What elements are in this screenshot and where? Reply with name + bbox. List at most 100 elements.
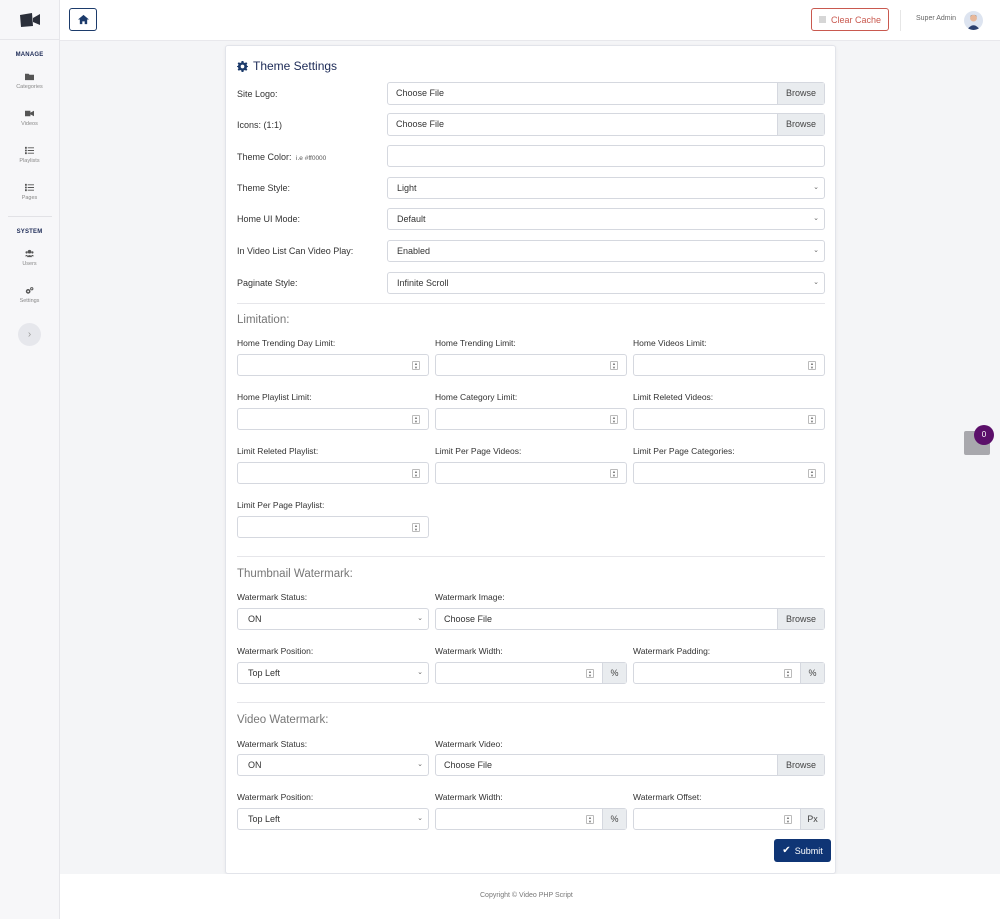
clear-cache-label: Clear Cache bbox=[830, 14, 882, 25]
home-videos-limit-input[interactable]: ▲ ▼ bbox=[633, 354, 825, 376]
video-watermark-position-select[interactable]: Top Left ⌄ bbox=[237, 808, 429, 830]
video-icon bbox=[25, 110, 34, 116]
sidebar-item-pages[interactable]: Pages bbox=[0, 173, 60, 210]
clear-cache-button[interactable]: Clear Cache bbox=[811, 8, 889, 31]
spinner-icon[interactable]: ▲ ▼ bbox=[808, 361, 816, 370]
theme-color-input[interactable] bbox=[387, 145, 825, 167]
camera-logo-icon bbox=[19, 12, 40, 27]
video-watermark-title: Video Watermark: bbox=[237, 714, 329, 726]
limit-per-page-playlist-label: Limit Per Page Playlist: bbox=[237, 500, 325, 510]
spinner-icon[interactable]: ▲ ▼ bbox=[412, 361, 420, 370]
home-category-limit-label: Home Category Limit: bbox=[435, 392, 518, 402]
user-name[interactable]: Super Admin bbox=[916, 15, 956, 22]
footer: Copyright © Video PHP Script bbox=[60, 874, 1000, 919]
spinner-icon[interactable]: ▲ ▼ bbox=[412, 523, 420, 532]
spinner-icon[interactable]: ▲ ▼ bbox=[586, 815, 594, 824]
video-watermark-width-field[interactable]: ▲ ▼ bbox=[436, 809, 602, 829]
spinner-icon[interactable]: ▲ ▼ bbox=[808, 469, 816, 478]
thumb-watermark-width-field[interactable]: ▲ ▼ bbox=[436, 663, 602, 683]
sidebar-heading-manage: MANAGE bbox=[15, 52, 44, 58]
theme-style-select[interactable]: Light ⌄ bbox=[387, 177, 825, 199]
theme-color-label-text: Theme Color: bbox=[237, 152, 292, 162]
icons-file-input[interactable]: Choose File Browse bbox=[387, 113, 825, 136]
home-trending-day-limit-label: Home Trending Day Limit: bbox=[237, 338, 336, 348]
limit-per-page-videos-input[interactable]: ▲ ▼ bbox=[435, 462, 627, 484]
home-trending-day-limit-input[interactable]: ▲ ▼ bbox=[237, 354, 429, 376]
video-play-select[interactable]: Enabled ⌄ bbox=[387, 240, 825, 262]
theme-style-label: Theme Style: bbox=[237, 183, 291, 193]
video-watermark-offset-field[interactable]: ▲ ▼ bbox=[634, 809, 800, 829]
spinner-icon[interactable]: ▲ ▼ bbox=[784, 815, 792, 824]
square-icon bbox=[818, 16, 826, 23]
sidebar-item-label: Categories bbox=[16, 83, 43, 90]
chevron-down-icon: ⌄ bbox=[417, 669, 423, 676]
spinner-icon[interactable]: ▲ ▼ bbox=[784, 669, 792, 678]
browse-button[interactable]: Browse bbox=[777, 114, 824, 135]
browse-button[interactable]: Browse bbox=[777, 755, 824, 775]
notification-badge[interactable]: 0 bbox=[974, 425, 994, 445]
video-watermark-offset-input[interactable]: ▲ ▼ Px bbox=[633, 808, 825, 830]
paginate-style-value: Infinite Scroll bbox=[397, 278, 449, 288]
chevron-down-icon: ⌄ bbox=[813, 247, 819, 254]
spinner-icon[interactable]: ▲ ▼ bbox=[610, 361, 618, 370]
limit-releted-playlist-label: Limit Releted Playlist: bbox=[237, 446, 319, 456]
home-playlist-limit-label: Home Playlist Limit: bbox=[237, 392, 312, 402]
video-watermark-offset-label: Watermark Offset: bbox=[633, 792, 702, 802]
thumb-watermark-width-input[interactable]: ▲ ▼ % bbox=[435, 662, 627, 684]
sidebar-divider bbox=[7, 216, 52, 217]
spinner-icon[interactable]: ▲ ▼ bbox=[610, 415, 618, 424]
sidebar-item-users[interactable]: Users bbox=[0, 239, 60, 276]
submit-button[interactable]: ✔ Submit bbox=[774, 839, 831, 862]
spinner-icon[interactable]: ▲ ▼ bbox=[808, 415, 816, 424]
home-trending-limit-input[interactable]: ▲ ▼ bbox=[435, 354, 627, 376]
home-ui-mode-select[interactable]: Default ⌄ bbox=[387, 208, 825, 230]
sidebar-item-label: Pages bbox=[21, 194, 38, 201]
limit-per-page-categories-input[interactable]: ▲ ▼ bbox=[633, 462, 825, 484]
sidebar-item-playlists[interactable]: Playlists bbox=[0, 136, 60, 173]
sidebar-item-videos[interactable]: Videos bbox=[0, 99, 60, 136]
thumb-watermark-status-select[interactable]: ON ⌄ bbox=[237, 608, 429, 630]
limit-per-page-videos-label: Limit Per Page Videos: bbox=[435, 446, 522, 456]
spinner-icon[interactable]: ▲ ▼ bbox=[412, 415, 420, 424]
video-watermark-width-input[interactable]: ▲ ▼ % bbox=[435, 808, 627, 830]
home-videos-limit-label: Home Videos Limit: bbox=[633, 338, 707, 348]
chevron-down-icon: ⌄ bbox=[813, 184, 819, 191]
sidebar-item-settings[interactable]: Settings bbox=[0, 276, 60, 313]
chevron-down-icon: ⌄ bbox=[417, 815, 423, 822]
limit-releted-playlist-input[interactable]: ▲ ▼ bbox=[237, 462, 429, 484]
video-watermark-status-select[interactable]: ON ⌄ bbox=[237, 754, 429, 776]
home-button[interactable] bbox=[69, 8, 97, 31]
thumb-watermark-padding-field[interactable]: ▲ ▼ bbox=[634, 663, 800, 683]
section-divider bbox=[237, 556, 825, 557]
home-ui-mode-value: Default bbox=[397, 214, 426, 224]
limit-per-page-playlist-input[interactable]: ▲ ▼ bbox=[237, 516, 429, 538]
spinner-icon[interactable]: ▲ ▼ bbox=[586, 669, 594, 678]
browse-button[interactable]: Browse bbox=[777, 609, 824, 629]
sidebar-item-categories[interactable]: Categories bbox=[0, 62, 60, 99]
site-logo-file-input[interactable]: Choose File Browse bbox=[387, 82, 825, 105]
home-playlist-limit-input[interactable]: ▲ ▼ bbox=[237, 408, 429, 430]
app-logo[interactable] bbox=[0, 0, 60, 40]
home-category-limit-input[interactable]: ▲ ▼ bbox=[435, 408, 627, 430]
card-title-text: Theme Settings bbox=[253, 59, 338, 73]
avatar[interactable] bbox=[964, 11, 983, 30]
theme-settings-card: Theme Settings Site Logo: Choose File Br… bbox=[225, 45, 836, 874]
thumb-watermark-position-label: Watermark Position: bbox=[237, 646, 314, 656]
choose-file-text: Choose File bbox=[396, 88, 445, 98]
thumb-watermark-status-label: Watermark Status: bbox=[237, 592, 308, 602]
video-watermark-status-label: Watermark Status: bbox=[237, 739, 308, 749]
thumb-watermark-position-select[interactable]: Top Left ⌄ bbox=[237, 662, 429, 684]
spinner-icon[interactable]: ▲ ▼ bbox=[412, 469, 420, 478]
thumb-watermark-padding-input[interactable]: ▲ ▼ % bbox=[633, 662, 825, 684]
limit-releted-videos-input[interactable]: ▲ ▼ bbox=[633, 408, 825, 430]
sidebar-toggle-button[interactable]: › bbox=[18, 323, 41, 346]
browse-button[interactable]: Browse bbox=[777, 83, 824, 104]
home-ui-mode-label: Home UI Mode: bbox=[237, 214, 301, 224]
paginate-style-select[interactable]: Infinite Scroll ⌄ bbox=[387, 272, 825, 294]
thumb-watermark-image-file-input[interactable]: Choose File Browse bbox=[435, 608, 825, 630]
thumb-watermark-width-label: Watermark Width: bbox=[435, 646, 503, 656]
spinner-icon[interactable]: ▲ ▼ bbox=[610, 469, 618, 478]
video-watermark-position-label: Watermark Position: bbox=[237, 792, 314, 802]
video-watermark-width-label: Watermark Width: bbox=[435, 792, 503, 802]
video-watermark-file-input[interactable]: Choose File Browse bbox=[435, 754, 825, 776]
